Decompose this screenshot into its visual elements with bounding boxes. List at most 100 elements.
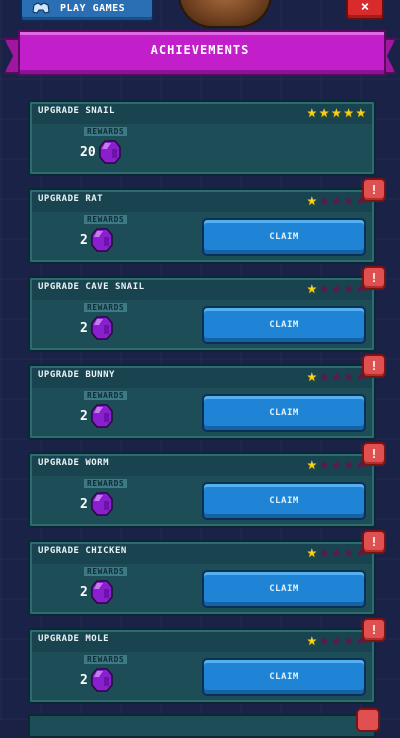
achievement-card: UPGRADE BUNNY ★ ★ ★ ★ ★ REWARDS 2 CLAIM!: [28, 354, 386, 440]
achievement-card: UPGRADE CAVE SNAIL ★ ★ ★ ★ ★ REWARDS 2 CLAIM!: [28, 266, 386, 352]
alert-badge: !: [362, 354, 386, 378]
star-filled-icon: ★: [306, 102, 317, 122]
claim-button[interactable]: CLAIM: [202, 394, 366, 432]
gem-icon: [91, 668, 113, 692]
rewards-label: REWARDS: [84, 479, 128, 488]
reward-amount: 2: [80, 496, 88, 512]
achievements-banner: ACHIEVEMENTS: [4, 30, 396, 76]
reward-amount: 2: [80, 320, 88, 336]
claim-button[interactable]: CLAIM: [202, 658, 366, 696]
alert-badge: !: [362, 530, 386, 554]
page-title: ACHIEVEMENTS: [150, 43, 250, 57]
star-empty-icon: ★: [343, 542, 354, 562]
close-icon: ×: [360, 0, 370, 15]
star-empty-icon: ★: [331, 454, 342, 474]
reward: 2: [80, 580, 113, 604]
star-filled-icon: ★: [306, 454, 317, 474]
star-filled-icon: ★: [306, 190, 317, 210]
achievement-title: UPGRADE CHICKEN: [38, 546, 127, 556]
star-empty-icon: ★: [343, 278, 354, 298]
close-button[interactable]: ×: [346, 0, 384, 20]
claim-button[interactable]: CLAIM: [202, 570, 366, 608]
star-rating: ★ ★ ★ ★ ★: [307, 632, 366, 649]
star-empty-icon: ★: [331, 542, 342, 562]
reward: 2: [80, 316, 113, 340]
star-empty-icon: ★: [331, 630, 342, 650]
reward-amount: 2: [80, 672, 88, 688]
rewards-label: REWARDS: [84, 303, 128, 312]
star-empty-icon: ★: [331, 278, 342, 298]
rewards-label: REWARDS: [84, 655, 128, 664]
star-filled-icon: ★: [331, 102, 342, 122]
star-empty-icon: ★: [343, 630, 354, 650]
star-empty-icon: ★: [319, 454, 330, 474]
gem-icon: [91, 580, 113, 604]
claim-button[interactable]: CLAIM: [202, 306, 366, 344]
star-filled-icon: ★: [306, 630, 317, 650]
reward: 2: [80, 492, 113, 516]
alert-badge: !: [362, 266, 386, 290]
star-filled-icon: ★: [306, 366, 317, 386]
top-bar: PLAY GAMES ×: [0, 0, 400, 28]
reward-amount: 20: [80, 144, 96, 160]
achievement-title: UPGRADE MOLE: [38, 634, 110, 644]
claim-button[interactable]: CLAIM: [202, 218, 366, 256]
gem-icon: [91, 492, 113, 516]
star-empty-icon: ★: [343, 366, 354, 386]
achievement-card: UPGRADE MOLE ★ ★ ★ ★ ★ REWARDS 2 CLAIM!: [28, 618, 386, 704]
reward-amount: 2: [80, 232, 88, 248]
star-filled-icon: ★: [343, 102, 354, 122]
star-empty-icon: ★: [319, 542, 330, 562]
star-rating: ★ ★ ★ ★ ★: [307, 456, 366, 473]
star-empty-icon: ★: [331, 366, 342, 386]
star-rating: ★ ★ ★ ★ ★: [307, 280, 366, 297]
gem-icon: [91, 316, 113, 340]
star-empty-icon: ★: [319, 366, 330, 386]
star-filled-icon: ★: [355, 102, 366, 122]
gem-icon: [91, 228, 113, 252]
achievement-card: UPGRADE WORM ★ ★ ★ ★ ★ REWARDS 2 CLAIM!: [28, 442, 386, 528]
achievement-title: UPGRADE BUNNY: [38, 370, 115, 380]
star-rating: ★ ★ ★ ★ ★: [307, 368, 366, 385]
controller-icon: [32, 2, 50, 14]
gem-icon: [91, 404, 113, 428]
gem-icon: [98, 140, 121, 164]
achievement-title: UPGRADE SNAIL: [38, 106, 115, 116]
star-filled-icon: ★: [319, 102, 330, 122]
star-empty-icon: ★: [319, 630, 330, 650]
alert-badge: !: [362, 178, 386, 202]
achievement-card: UPGRADE CHICKEN ★ ★ ★ ★ ★ REWARDS 2 CLAIM!: [28, 530, 386, 616]
achievement-title: UPGRADE RAT: [38, 194, 104, 204]
star-empty-icon: ★: [319, 190, 330, 210]
reward: 2: [80, 668, 113, 692]
achievement-title: UPGRADE WORM: [38, 458, 110, 468]
star-rating: ★ ★ ★ ★ ★: [307, 544, 366, 561]
star-empty-icon: ★: [319, 278, 330, 298]
star-empty-icon: ★: [343, 190, 354, 210]
claim-button[interactable]: CLAIM: [202, 482, 366, 520]
star-filled-icon: ★: [306, 278, 317, 298]
achievement-title: UPGRADE CAVE SNAIL: [38, 282, 145, 292]
achievement-card: UPGRADE RAT ★ ★ ★ ★ ★ REWARDS 2 CLAIM!: [28, 178, 386, 264]
achievement-card-partial: [28, 714, 376, 738]
rewards-label: REWARDS: [84, 391, 128, 400]
star-empty-icon: ★: [343, 454, 354, 474]
alert-badge: !: [362, 618, 386, 642]
star-empty-icon: ★: [331, 190, 342, 210]
play-games-label: PLAY GAMES: [60, 2, 126, 14]
rewards-label: REWARDS: [84, 567, 128, 576]
star-rating: ★ ★ ★ ★ ★: [307, 192, 366, 209]
alert-badge-partial: [356, 708, 380, 732]
star-filled-icon: ★: [306, 542, 317, 562]
alert-badge: !: [362, 442, 386, 466]
rewards-label: REWARDS: [84, 215, 128, 224]
reward-amount: 2: [80, 584, 88, 600]
rewards-label: REWARDS: [84, 127, 128, 136]
reward: 2: [80, 404, 113, 428]
star-rating: ★ ★ ★ ★ ★: [307, 104, 366, 121]
achievement-card: UPGRADE SNAIL ★ ★ ★ ★ ★ REWARDS 20: [28, 100, 376, 176]
reward-amount: 2: [80, 408, 88, 424]
reward: 2: [80, 228, 113, 252]
reward: 20: [80, 140, 121, 164]
play-games-button[interactable]: PLAY GAMES: [20, 0, 154, 22]
